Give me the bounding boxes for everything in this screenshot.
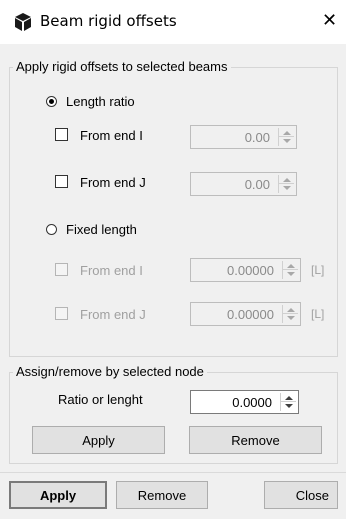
fixed-from-end-j-label: From end J (80, 307, 146, 322)
apply-button[interactable]: Apply (9, 481, 107, 509)
ratio-from-end-i-checkbox[interactable] (55, 128, 68, 141)
fixed-length-label[interactable]: Fixed length (66, 222, 137, 237)
ratio-or-length-stepper[interactable]: 0.0000 (190, 390, 299, 414)
spin-arrows-icon[interactable] (278, 175, 294, 193)
close-button[interactable]: Close (264, 481, 338, 509)
ratio-from-end-i-label[interactable]: From end I (80, 128, 143, 143)
fixed-length-radio[interactable] (46, 224, 57, 235)
fixed-from-end-i-label: From end I (80, 263, 143, 278)
footer-separator (0, 472, 346, 473)
length-ratio-radio[interactable] (46, 96, 57, 107)
fixed-from-end-j-value: 0.00000 (227, 307, 274, 322)
window-title: Beam rigid offsets (40, 12, 177, 30)
assign-node-group-legend: Assign/remove by selected node (13, 364, 207, 379)
fixed-from-end-i-checkbox[interactable] (55, 263, 68, 276)
fixed-from-end-i-unit: [L] (311, 263, 325, 277)
spin-arrows-icon[interactable] (280, 393, 296, 411)
ratio-from-end-i-value: 0.00 (244, 130, 270, 145)
ratio-from-end-i-stepper[interactable]: 0.00 (190, 125, 297, 149)
node-remove-button[interactable]: Remove (189, 426, 322, 454)
ratio-from-end-j-label[interactable]: From end J (80, 175, 146, 190)
spin-arrows-icon[interactable] (282, 261, 298, 279)
close-window-button[interactable]: ✕ (322, 10, 337, 31)
fixed-from-end-j-checkbox[interactable] (55, 307, 68, 320)
fixed-from-end-j-stepper[interactable]: 0.00000 (190, 302, 301, 326)
fixed-from-end-j-unit: [L] (311, 307, 325, 321)
ratio-or-length-value: 0.0000 (232, 395, 272, 410)
length-ratio-label[interactable]: Length ratio (66, 94, 135, 109)
spin-arrows-icon[interactable] (278, 128, 294, 146)
ratio-from-end-j-stepper[interactable]: 0.00 (190, 172, 297, 196)
rigid-offsets-group-legend: Apply rigid offsets to selected beams (13, 59, 231, 74)
remove-button[interactable]: Remove (116, 481, 208, 509)
ratio-from-end-j-value: 0.00 (244, 177, 270, 192)
ratio-or-length-label: Ratio or lenght (58, 392, 143, 407)
fixed-from-end-i-value: 0.00000 (227, 263, 274, 278)
cube-icon (15, 13, 31, 31)
spin-arrows-icon[interactable] (282, 305, 298, 323)
title-bar: Beam rigid offsets ✕ (0, 0, 346, 44)
node-apply-button[interactable]: Apply (32, 426, 165, 454)
ratio-from-end-j-checkbox[interactable] (55, 175, 68, 188)
fixed-from-end-i-stepper[interactable]: 0.00000 (190, 258, 301, 282)
